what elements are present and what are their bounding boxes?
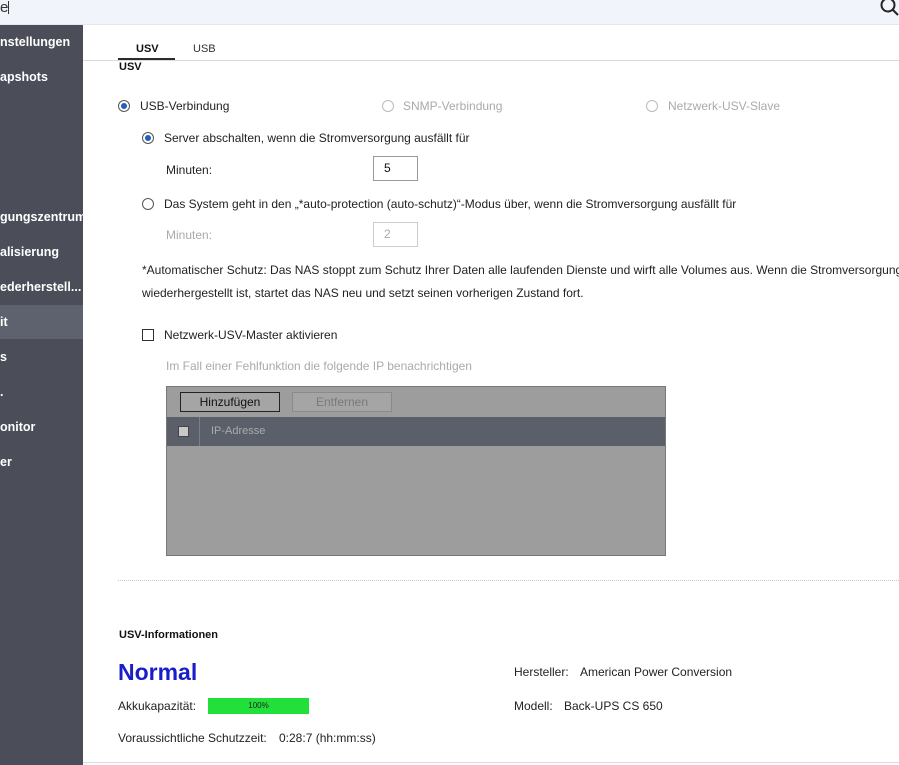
sidebar-item-monitor[interactable]: onitor xyxy=(0,410,83,444)
sidebar-item-label: s xyxy=(0,350,7,364)
sidebar-item-aktualisierung[interactable]: alisierung xyxy=(0,235,83,269)
sidebar-item-label: onitor xyxy=(0,420,36,434)
autoprotect-minutes-input[interactable]: 2 xyxy=(373,222,418,247)
radio-network-ups-slave[interactable] xyxy=(646,100,658,112)
label-snmp-connection: SNMP-Verbindung xyxy=(403,99,503,113)
sidebar-item-label: nstellungen xyxy=(0,35,71,49)
shutdown-minutes-input[interactable]: 5 xyxy=(373,156,418,181)
sidebar-item-7[interactable]: s xyxy=(0,340,83,374)
bottom-border xyxy=(83,762,899,763)
remove-ip-button[interactable]: Entfernen xyxy=(292,392,392,412)
tab-bar: USV USB xyxy=(83,25,899,61)
sidebar-item-label: gungszentrum xyxy=(0,210,83,224)
top-search-bar: e xyxy=(0,0,899,25)
sidebar-item-label: apshots xyxy=(0,70,48,84)
sidebar-item-8[interactable]: . xyxy=(0,375,83,409)
label-autoprotect-minutes: Minuten: xyxy=(166,228,213,242)
radio-shutdown-server[interactable] xyxy=(142,132,154,144)
column-header-ip[interactable]: IP-Adresse xyxy=(211,425,265,437)
radio-usb-connection[interactable] xyxy=(118,100,130,112)
label-battery-capacity: Akkukapazität: xyxy=(118,699,197,713)
label-network-ups-slave: Netzwerk-USV-Slave xyxy=(668,99,781,113)
auto-protection-note-line2: wiederhergestellt ist, startet das NAS n… xyxy=(142,286,584,300)
section-title-usv: USV xyxy=(119,61,142,73)
sidebar: nstellungen apshots gungszentrum alisier… xyxy=(0,25,83,765)
radio-snmp-connection[interactable] xyxy=(382,100,394,112)
sidebar-item-label: er xyxy=(0,455,12,469)
radio-auto-protection[interactable] xyxy=(142,198,154,210)
label-usb-connection: USB-Verbindung xyxy=(140,99,230,113)
main-content: USV USB USV USB-Verbindung SNMP-Verbindu… xyxy=(83,25,899,765)
sidebar-item-active[interactable]: it xyxy=(0,305,83,339)
tab-usv[interactable]: USV xyxy=(136,43,159,55)
label-runtime: Voraussichtliche Schutzzeit: xyxy=(118,731,267,745)
sidebar-item-10[interactable]: er xyxy=(0,445,83,479)
manufacturer-value: American Power Conversion xyxy=(580,665,733,679)
label-manufacturer: Hersteller: xyxy=(514,665,569,679)
sidebar-item-einstellungen[interactable]: nstellungen xyxy=(0,25,83,59)
active-tab-indicator xyxy=(118,58,175,60)
battery-capacity-bar: 100% xyxy=(208,698,309,714)
column-divider xyxy=(199,417,200,446)
label-model: Modell: xyxy=(514,699,553,713)
label-shutdown-server: Server abschalten, wenn die Stromversorg… xyxy=(164,131,470,145)
label-notify-ip: Im Fall einer Fehlfunktion die folgende … xyxy=(166,359,472,373)
text-caret xyxy=(8,1,9,14)
sidebar-item-zentrum[interactable]: gungszentrum xyxy=(0,200,83,234)
model-value: Back-UPS CS 650 xyxy=(564,699,663,713)
sidebar-item-label: it xyxy=(0,315,8,329)
select-all-checkbox[interactable] xyxy=(178,426,189,437)
checkbox-network-ups-master[interactable] xyxy=(142,329,154,341)
section-title-ups-info: USV-Informationen xyxy=(119,629,219,641)
section-divider xyxy=(118,580,899,581)
label-network-ups-master: Netzwerk-USV-Master aktivieren xyxy=(164,328,338,342)
table-header: IP-Adresse xyxy=(167,417,665,446)
runtime-value: 0:28:7 (hh:mm:ss) xyxy=(279,731,376,745)
sidebar-item-wiederherstellung[interactable]: ederherstell... xyxy=(0,270,83,304)
search-icon[interactable] xyxy=(879,0,899,16)
add-ip-button[interactable]: Hinzufügen xyxy=(180,392,280,412)
ups-status: Normal xyxy=(118,659,198,685)
sidebar-item-label: alisierung xyxy=(0,245,60,259)
sidebar-item-label: ederherstell... xyxy=(0,280,82,294)
label-shutdown-minutes: Minuten: xyxy=(166,163,213,177)
ip-address-table: Hinzufügen Entfernen IP-Adresse xyxy=(166,386,666,556)
sidebar-item-snapshots[interactable]: apshots xyxy=(0,60,83,94)
battery-capacity-percent: 100% xyxy=(248,701,269,710)
label-auto-protection: Das System geht in den „*auto-protection… xyxy=(164,197,737,211)
sidebar-item-label: . xyxy=(0,385,4,399)
tab-usb[interactable]: USB xyxy=(193,43,216,55)
